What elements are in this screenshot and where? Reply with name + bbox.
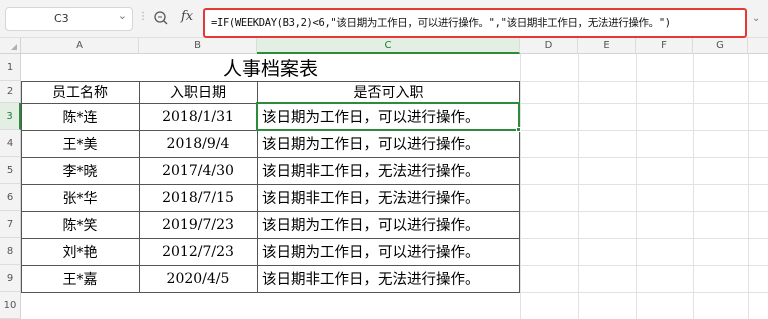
column-header-b[interactable]: B xyxy=(139,38,257,54)
gridline xyxy=(578,54,579,319)
gridline xyxy=(520,54,521,319)
zoom-icon[interactable] xyxy=(152,9,170,27)
name-box[interactable]: C3 ⌄ xyxy=(5,7,133,31)
formula-bar: C3 ⌄ ⋮ fx =IF(WEEKDAY(B3,2)<6,"该日期为工作日，可… xyxy=(0,0,768,38)
column-header-overflow[interactable] xyxy=(748,38,768,54)
cell-status[interactable]: 该日期非工作日，无法进行操作。 xyxy=(257,265,520,292)
row-header-4[interactable]: 4 xyxy=(0,130,21,157)
header-hire-date[interactable]: 入职日期 xyxy=(139,81,257,103)
formula-input[interactable]: =IF(WEEKDAY(B3,2)<6,"该日期为工作日，可以进行操作。","该… xyxy=(203,8,747,38)
expand-formula-icon[interactable]: ⌄ xyxy=(752,13,760,24)
cell-name[interactable]: 陈*连 xyxy=(21,103,139,130)
cell-date[interactable]: 2019/7/23 xyxy=(139,211,257,238)
cell-status[interactable]: 该日期为工作日，可以进行操作。 xyxy=(257,211,520,238)
more-dots-icon: ⋮ xyxy=(138,11,148,22)
table-border xyxy=(21,292,520,293)
row-header-5[interactable]: 5 xyxy=(0,157,21,184)
sheet-title[interactable]: 人事档案表 xyxy=(21,54,520,81)
row-header-10[interactable]: 10 xyxy=(0,292,21,319)
cell-date[interactable]: 2018/7/15 xyxy=(139,184,257,211)
gridline xyxy=(636,54,637,319)
row-header-7[interactable]: 7 xyxy=(0,211,21,238)
gridline xyxy=(748,54,749,319)
header-can-onboard[interactable]: 是否可入职 xyxy=(257,81,520,103)
header-employee-name[interactable]: 员工名称 xyxy=(21,81,139,103)
name-box-value: C3 xyxy=(54,12,69,25)
cell-status[interactable]: 该日期为工作日，可以进行操作。 xyxy=(257,130,520,157)
cell-date[interactable]: 2012/7/23 xyxy=(139,238,257,265)
cell-date[interactable]: 2017/4/30 xyxy=(139,157,257,184)
cell-date[interactable]: 2018/1/31 xyxy=(139,103,257,130)
chevron-down-icon[interactable]: ⌄ xyxy=(118,9,127,22)
row-header-3[interactable]: 3 xyxy=(0,103,21,130)
column-header-c[interactable]: C xyxy=(257,38,520,54)
column-header-f[interactable]: F xyxy=(636,38,693,54)
cell-name[interactable]: 张*华 xyxy=(21,184,139,211)
row-header-9[interactable]: 9 xyxy=(0,265,21,292)
formula-text: =IF(WEEKDAY(B3,2)<6,"该日期为工作日，可以进行操作。","该… xyxy=(211,17,671,29)
gridline xyxy=(693,54,694,319)
cell-status[interactable]: 该日期为工作日，可以进行操作。 xyxy=(257,238,520,265)
cell-name[interactable]: 刘*艳 xyxy=(21,238,139,265)
fill-handle[interactable] xyxy=(516,127,521,132)
cell-name[interactable]: 王*美 xyxy=(21,130,139,157)
row-header-1[interactable]: 1 xyxy=(0,54,21,81)
row-header-6[interactable]: 6 xyxy=(0,184,21,211)
cell-name[interactable]: 王*嘉 xyxy=(21,265,139,292)
row-header-2[interactable]: 2 xyxy=(0,81,21,103)
select-all-corner[interactable] xyxy=(0,38,21,54)
cell-status[interactable]: 该日期非工作日，无法进行操作。 xyxy=(257,157,520,184)
active-cell-selection[interactable] xyxy=(256,102,520,131)
fx-icon[interactable]: fx xyxy=(181,9,193,24)
column-header-g[interactable]: G xyxy=(693,38,748,54)
column-header-e[interactable]: E xyxy=(578,38,636,54)
column-header-a[interactable]: A xyxy=(21,38,139,54)
cell-status[interactable]: 该日期非工作日，无法进行操作。 xyxy=(257,184,520,211)
column-header-d[interactable]: D xyxy=(520,38,578,54)
cell-date[interactable]: 2018/9/4 xyxy=(139,130,257,157)
cell-date[interactable]: 2020/4/5 xyxy=(139,265,257,292)
cell-name[interactable]: 陈*笑 xyxy=(21,211,139,238)
cell-name[interactable]: 李*晓 xyxy=(21,157,139,184)
row-header-8[interactable]: 8 xyxy=(0,238,21,265)
